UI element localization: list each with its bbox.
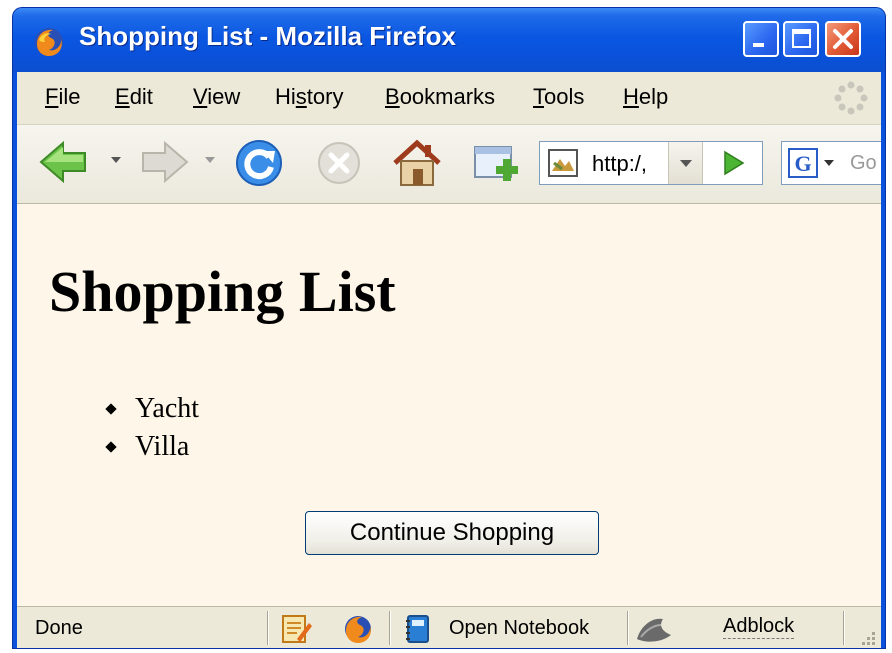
menu-file-accel: F xyxy=(45,84,59,109)
back-arrow-icon[interactable] xyxy=(37,137,93,187)
menu-history[interactable]: History xyxy=(275,84,343,110)
continue-shopping-button[interactable]: Continue Shopping xyxy=(305,511,599,555)
throbber-icon xyxy=(834,81,868,115)
minimize-button[interactable] xyxy=(743,21,779,57)
status-bar: Done Open Notebook Adblock xyxy=(17,606,881,648)
open-notebook-link[interactable]: Open Notebook xyxy=(449,617,589,640)
menu-tools-accel: T xyxy=(533,84,544,109)
firefox-status-icon[interactable] xyxy=(341,613,375,645)
url-history-dropdown[interactable] xyxy=(668,142,703,184)
bullet-icon xyxy=(105,441,117,453)
menu-file[interactable]: File xyxy=(45,84,80,110)
forward-arrow-icon[interactable] xyxy=(135,137,191,187)
browser-window: Shopping List - Mozilla Firefox File Edi… xyxy=(13,8,885,648)
svg-text:G: G xyxy=(794,151,811,176)
shopping-list: Yacht Villa xyxy=(103,390,199,466)
maximize-icon xyxy=(792,29,811,48)
menu-history-accel: s xyxy=(295,84,307,109)
menu-edit-accel: E xyxy=(115,84,130,109)
list-item: Yacht xyxy=(103,390,199,428)
forward-dropdown-icon[interactable] xyxy=(203,155,217,165)
stop-icon[interactable] xyxy=(313,137,365,189)
engine-dropdown-icon[interactable] xyxy=(822,158,836,168)
menu-tools[interactable]: Tools xyxy=(533,84,584,110)
search-input[interactable]: Go xyxy=(850,152,877,175)
adblock-label[interactable]: Adblock xyxy=(723,615,795,639)
list-item: Villa xyxy=(103,428,199,466)
menu-bookmarks-accel: B xyxy=(385,84,400,109)
minimize-icon xyxy=(753,43,764,47)
status-text: Done xyxy=(35,617,83,639)
status-divider xyxy=(389,611,390,645)
close-icon xyxy=(833,29,853,49)
list-item-label: Yacht xyxy=(135,393,200,424)
menu-edit[interactable]: Edit xyxy=(115,84,153,110)
adblock-icon[interactable] xyxy=(633,613,677,645)
window-title: Shopping List - Mozilla Firefox xyxy=(79,21,456,51)
chevron-down-icon xyxy=(680,160,692,167)
google-engine-icon[interactable]: G xyxy=(788,148,818,178)
menu-view-accel: V xyxy=(193,84,208,109)
page-title: Shopping List xyxy=(49,259,396,324)
new-tab-icon[interactable] xyxy=(469,137,525,189)
bullet-icon xyxy=(105,403,117,415)
title-bar[interactable]: Shopping List - Mozilla Firefox xyxy=(13,8,885,72)
notebook-icon[interactable] xyxy=(401,613,435,645)
menu-bar: File Edit View History Bookmarks Tools H… xyxy=(17,72,881,125)
status-divider xyxy=(843,611,844,645)
navigation-toolbar: http:/, G Go xyxy=(17,125,881,204)
menu-view[interactable]: View xyxy=(193,84,240,110)
firefox-logo-icon xyxy=(35,28,63,56)
maximize-button[interactable] xyxy=(783,21,819,57)
status-divider xyxy=(267,611,268,645)
page-content: Shopping List Yacht Villa Continue Shopp… xyxy=(17,204,881,606)
url-bar[interactable]: http:/, xyxy=(539,141,763,185)
go-arrow-icon xyxy=(724,150,745,176)
close-button[interactable] xyxy=(825,21,861,57)
search-bar[interactable]: G Go xyxy=(781,141,881,185)
notepad-icon[interactable] xyxy=(279,613,313,645)
reload-icon[interactable] xyxy=(233,137,285,189)
menu-help[interactable]: Help xyxy=(623,84,668,110)
back-dropdown-icon[interactable] xyxy=(109,155,123,165)
menu-help-accel: H xyxy=(623,84,639,109)
status-divider xyxy=(627,611,628,645)
go-button[interactable] xyxy=(702,142,763,184)
list-item-label: Villa xyxy=(135,431,190,462)
url-text[interactable]: http:/, xyxy=(592,151,664,177)
home-icon[interactable] xyxy=(389,137,445,189)
browser-client: File Edit View History Bookmarks Tools H… xyxy=(17,72,881,648)
site-favicon-icon xyxy=(548,149,578,177)
resize-grip-icon[interactable] xyxy=(857,627,877,647)
menu-bookmarks[interactable]: Bookmarks xyxy=(385,84,495,110)
